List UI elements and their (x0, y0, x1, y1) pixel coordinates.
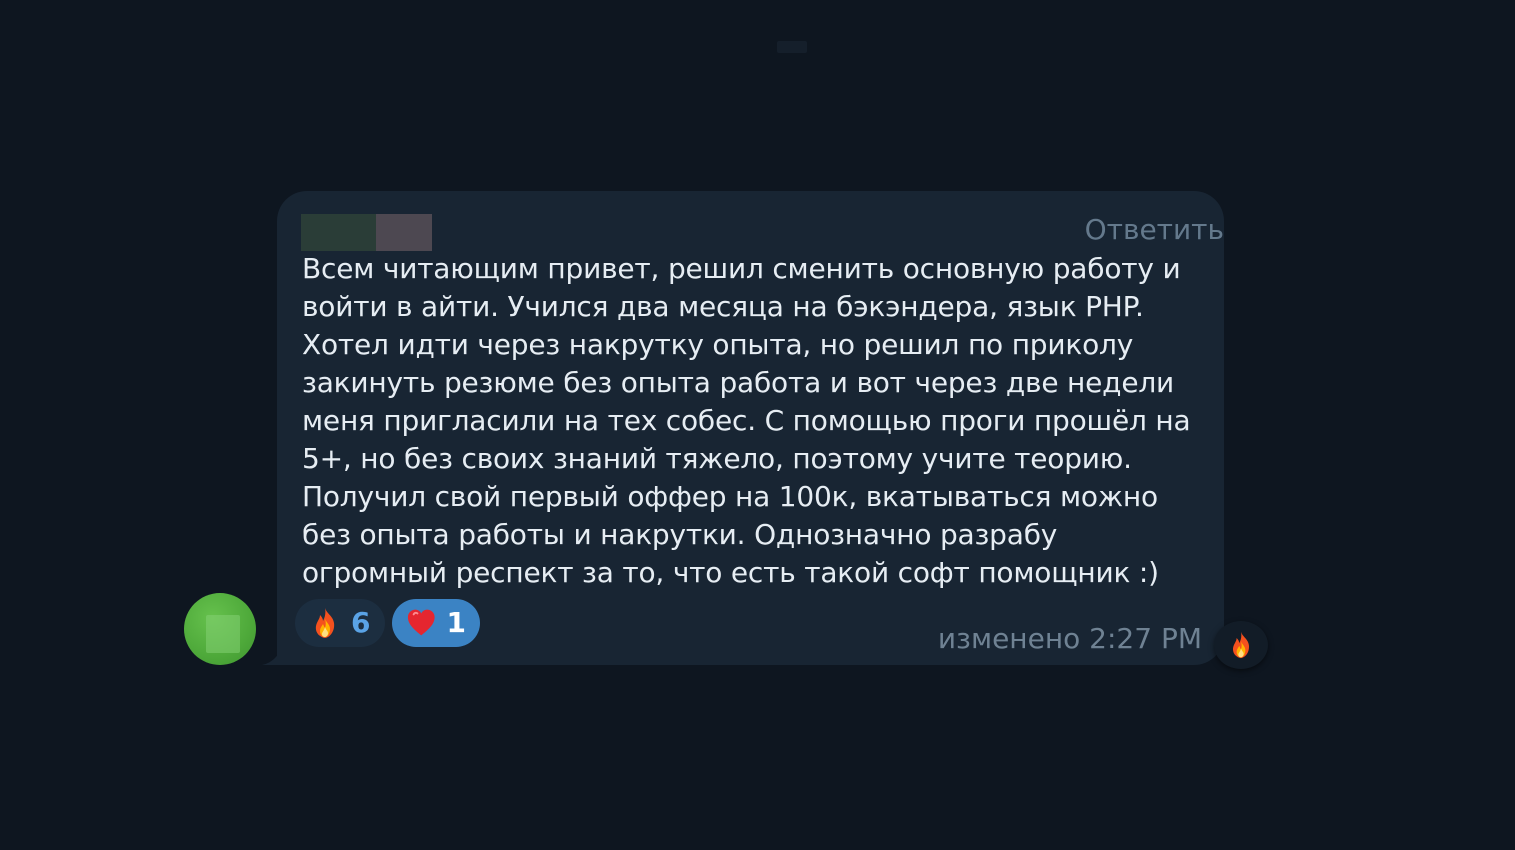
reaction-count: 6 (351, 606, 371, 639)
message-text: Всем читающим привет, решил сменить осно… (302, 252, 1200, 589)
avatar[interactable] (184, 593, 256, 665)
sender-name-redacted[interactable] (301, 214, 432, 251)
quick-reaction-button[interactable] (1214, 621, 1268, 669)
fire-icon (1232, 631, 1250, 659)
reaction-fire[interactable]: 6 (295, 599, 385, 647)
chat-view: Ответить Всем читающим привет, решил сме… (0, 0, 1515, 850)
avatar-redaction (206, 615, 240, 653)
reaction-heart[interactable]: 1 (392, 599, 480, 647)
fire-icon (315, 608, 335, 638)
heart-icon (407, 609, 435, 636)
redaction-block (301, 214, 376, 251)
top-indicator (777, 41, 807, 53)
reaction-count: 1 (446, 606, 466, 639)
reply-button[interactable]: Ответить (1085, 212, 1224, 248)
message-meta-timestamp: изменено 2:27 PM (937, 622, 1202, 655)
redaction-block (376, 214, 432, 251)
